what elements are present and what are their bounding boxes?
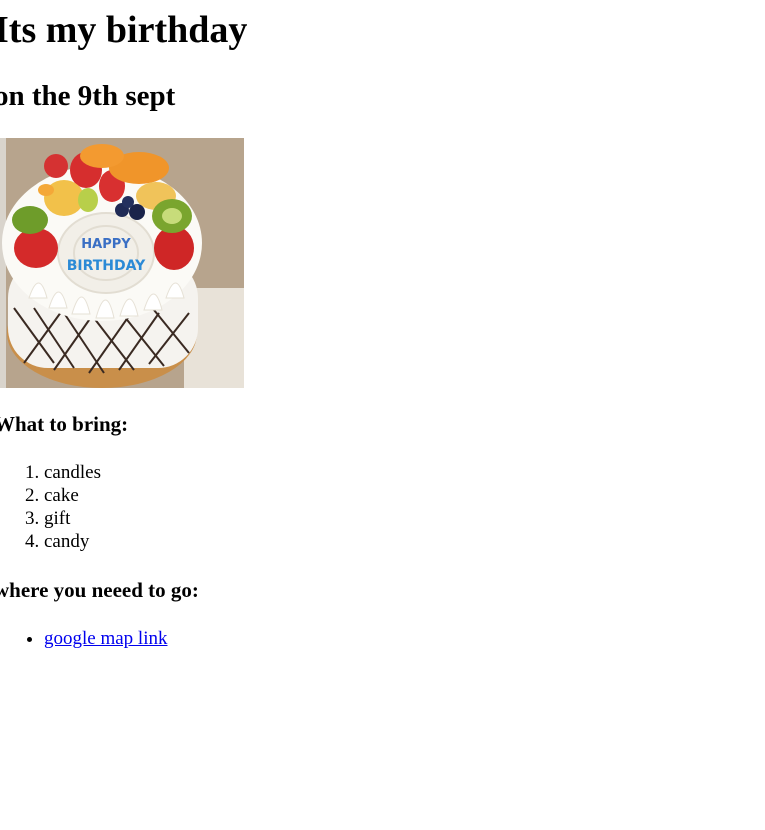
where-to-go-heading: where you neeed to go: [0, 578, 199, 602]
cake-lettering-line2: BIRTHDAY [67, 258, 146, 274]
list-item: candles [44, 461, 101, 484]
cake-illustration: HAPPY BIRTHDAY [0, 138, 244, 388]
page-title: Its my birthday [0, 9, 248, 51]
list-item: gift [44, 507, 101, 530]
birthday-cake-image: HAPPY BIRTHDAY [0, 138, 244, 388]
google-map-link[interactable]: google map link [44, 628, 167, 649]
list-item: candy [44, 530, 101, 553]
page: Its my birthday on the 9th sept HAPPY BI… [0, 0, 765, 649]
location-list: google map link [0, 627, 167, 650]
what-to-bring-heading: What to bring: [0, 412, 129, 436]
list-item: google map link [44, 627, 167, 650]
cake-box-edge [0, 138, 6, 388]
page-subtitle: on the 9th sept [0, 80, 176, 112]
bring-list: candles cake gift candy [0, 461, 101, 553]
cake-lettering-line1: HAPPY [81, 237, 131, 252]
list-item: cake [44, 484, 101, 507]
